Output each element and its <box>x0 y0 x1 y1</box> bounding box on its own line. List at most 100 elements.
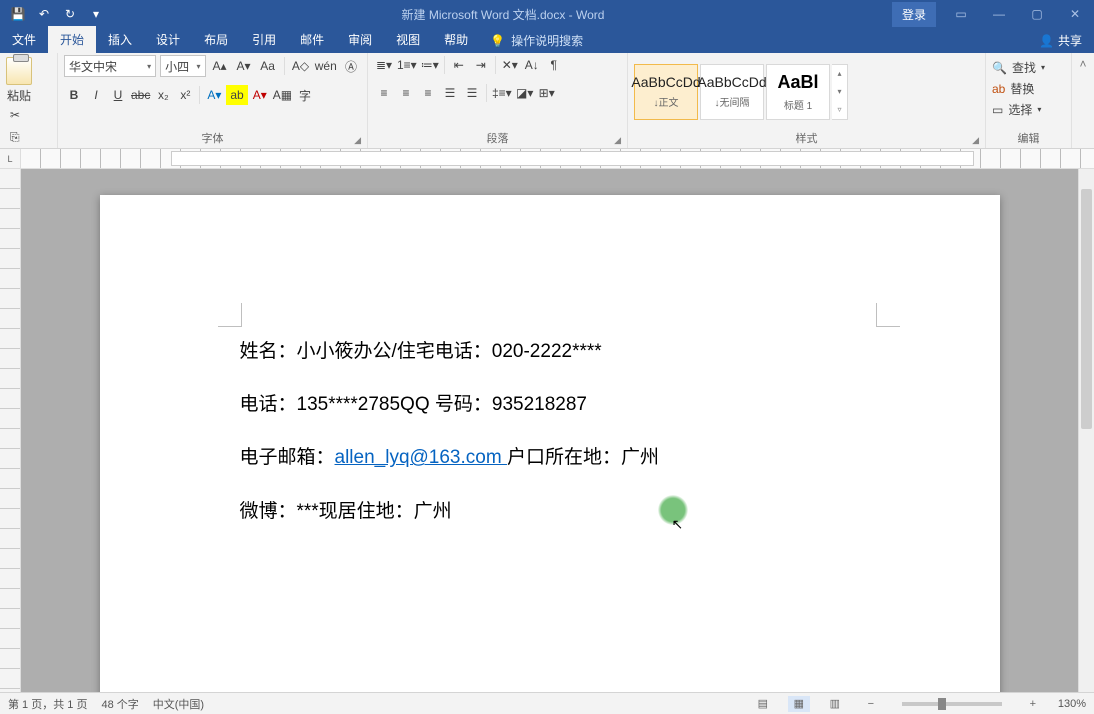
justify-icon[interactable]: ☰ <box>440 83 460 103</box>
sort-icon[interactable]: A↓ <box>522 55 542 75</box>
doc-line-2[interactable]: 电话：135****2785QQ 号码：935218287 <box>240 378 870 431</box>
tab-review[interactable]: 审阅 <box>336 26 384 53</box>
decrease-indent-icon[interactable]: ⇤ <box>449 55 469 75</box>
grow-font-icon[interactable]: A▴ <box>210 56 230 76</box>
ribbon-display-icon[interactable]: ▭ <box>942 0 980 28</box>
borders-icon[interactable]: ⊞▾ <box>537 83 557 103</box>
numbering-icon[interactable]: 1≡▾ <box>396 55 418 75</box>
char-shading-icon[interactable]: A▦ <box>272 85 293 105</box>
align-left-icon[interactable]: ≡ <box>374 83 394 103</box>
ruler-corner[interactable]: L <box>0 149 21 168</box>
doc-line-4[interactable]: 微博：***现居住地：广州 <box>240 485 870 538</box>
read-mode-icon[interactable]: ▤ <box>752 696 774 712</box>
signin-button[interactable]: 登录 <box>892 2 936 27</box>
tab-file[interactable]: 文件 <box>0 26 48 53</box>
doc-line-3-label: 电子邮箱： <box>240 447 335 468</box>
doc-line-3[interactable]: 电子邮箱：allen_lyq@163.com 户口所在地：广州 <box>240 431 870 484</box>
status-page[interactable]: 第 1 页，共 1 页 <box>8 696 87 712</box>
tab-layout[interactable]: 布局 <box>192 26 240 53</box>
phonetic-guide-icon[interactable]: wén <box>314 56 337 76</box>
tab-home[interactable]: 开始 <box>48 26 96 53</box>
email-link[interactable]: allen_lyq@163.com <box>335 447 507 468</box>
replace-icon: ab <box>992 82 1005 96</box>
zoom-slider[interactable] <box>902 702 1002 706</box>
bold-button[interactable]: B <box>64 85 84 105</box>
group-label-font: 字体◢ <box>64 128 361 148</box>
web-layout-icon[interactable]: ▥ <box>824 696 846 712</box>
tell-me[interactable]: 💡 操作说明搜索 <box>480 28 593 53</box>
shrink-font-icon[interactable]: A▾ <box>234 56 254 76</box>
highlight-icon[interactable]: ab <box>226 85 247 105</box>
tab-references[interactable]: 引用 <box>240 26 288 53</box>
group-label-styles: 样式◢ <box>634 128 979 148</box>
paste-button[interactable]: 粘贴 <box>6 55 32 104</box>
bullets-icon[interactable]: ≣▾ <box>374 55 394 75</box>
collapse-ribbon-icon[interactable]: ˄ <box>1072 53 1094 148</box>
change-case-icon[interactable]: Aa <box>258 56 278 76</box>
tab-help[interactable]: 帮助 <box>432 26 480 53</box>
copy-icon[interactable]: ⎘ <box>10 130 28 148</box>
document-page[interactable]: 姓名：小小筱办公/住宅电话：020-2222**** 电话：135****278… <box>100 195 1000 692</box>
group-paragraph: ≣▾ 1≡▾ ≔▾ ⇤ ⇥ ✕▾ A↓ ¶ ≡ ≡ ≡ ☰ ☰ ‡≡▾ ◪▾ <box>368 53 628 148</box>
status-wordcount[interactable]: 48 个字 <box>101 696 138 712</box>
font-color-icon[interactable]: A▾ <box>250 85 270 105</box>
increase-indent-icon[interactable]: ⇥ <box>471 55 491 75</box>
select-icon: ▭ <box>992 103 1003 117</box>
scrollbar-thumb[interactable] <box>1081 189 1092 429</box>
zoom-value[interactable]: 130% <box>1058 698 1086 710</box>
undo-icon[interactable]: ↶ <box>32 2 56 26</box>
status-language[interactable]: 中文(中国) <box>153 696 204 712</box>
style-no-spacing[interactable]: AaBbCcDd ↓无间隔 <box>700 64 764 120</box>
find-button[interactable]: 🔍查找▾ <box>992 59 1045 76</box>
select-button[interactable]: ▭选择▾ <box>992 101 1041 118</box>
distribute-icon[interactable]: ☰ <box>462 83 482 103</box>
dialog-launcher-styles[interactable]: ◢ <box>972 135 979 146</box>
dialog-launcher-font[interactable]: ◢ <box>354 135 361 146</box>
font-size-select[interactable]: 小四▾ <box>160 55 205 77</box>
line-spacing-icon[interactable]: ‡≡▾ <box>491 83 513 103</box>
horizontal-ruler[interactable]: L <box>0 149 1094 169</box>
share-button[interactable]: 👤 共享 <box>1027 28 1094 53</box>
asian-layout-icon[interactable]: ✕▾ <box>500 55 520 75</box>
zoom-thumb[interactable] <box>938 698 946 710</box>
qat-more-icon[interactable]: ▾ <box>84 2 108 26</box>
enclose-char-icon[interactable]: 字 <box>295 85 315 105</box>
print-layout-icon[interactable]: ▦ <box>788 696 810 712</box>
font-name-select[interactable]: 华文中宋▾ <box>64 55 156 77</box>
save-icon[interactable]: 💾 <box>6 2 30 26</box>
multilevel-list-icon[interactable]: ≔▾ <box>420 55 440 75</box>
dialog-launcher-paragraph[interactable]: ◢ <box>614 135 621 146</box>
align-center-icon[interactable]: ≡ <box>396 83 416 103</box>
show-marks-icon[interactable]: ¶ <box>544 55 564 75</box>
tab-view[interactable]: 视图 <box>384 26 432 53</box>
maximize-icon[interactable]: ▢ <box>1018 0 1056 28</box>
underline-button[interactable]: U <box>108 85 128 105</box>
style-heading-1[interactable]: AaBl 标题 1 <box>766 64 830 120</box>
vertical-scrollbar[interactable] <box>1078 169 1094 692</box>
zoom-out-icon[interactable]: − <box>860 696 882 712</box>
clear-format-icon[interactable]: A◇ <box>290 56 310 76</box>
italic-button[interactable]: I <box>86 85 106 105</box>
char-border-icon[interactable]: Ⓐ <box>341 56 361 76</box>
zoom-in-icon[interactable]: + <box>1022 696 1044 712</box>
text-effects-icon[interactable]: A▾ <box>204 85 224 105</box>
shading-icon[interactable]: ◪▾ <box>515 83 535 103</box>
style-normal[interactable]: AaBbCcDd ↓正文 <box>634 64 698 120</box>
document-canvas[interactable]: 姓名：小小筱办公/住宅电话：020-2222**** 电话：135****278… <box>21 169 1078 692</box>
replace-button[interactable]: ab替换 <box>992 80 1034 97</box>
cut-icon[interactable]: ✂ <box>10 108 28 126</box>
superscript-button[interactable]: x² <box>175 85 195 105</box>
strikethrough-button[interactable]: abc <box>130 85 151 105</box>
tab-design[interactable]: 设计 <box>144 26 192 53</box>
tab-insert[interactable]: 插入 <box>96 26 144 53</box>
minimize-icon[interactable]: — <box>980 0 1018 28</box>
align-right-icon[interactable]: ≡ <box>418 83 438 103</box>
subscript-button[interactable]: x₂ <box>153 85 173 105</box>
vertical-ruler[interactable] <box>0 169 21 692</box>
doc-line-1[interactable]: 姓名：小小筱办公/住宅电话：020-2222**** <box>240 325 870 378</box>
close-icon[interactable]: ✕ <box>1056 0 1094 28</box>
window-controls: 登录 ▭ — ▢ ✕ <box>892 0 1094 28</box>
styles-more[interactable]: ▴▾▿ <box>832 64 848 120</box>
redo-icon[interactable]: ↻ <box>58 2 82 26</box>
tab-mailings[interactable]: 邮件 <box>288 26 336 53</box>
